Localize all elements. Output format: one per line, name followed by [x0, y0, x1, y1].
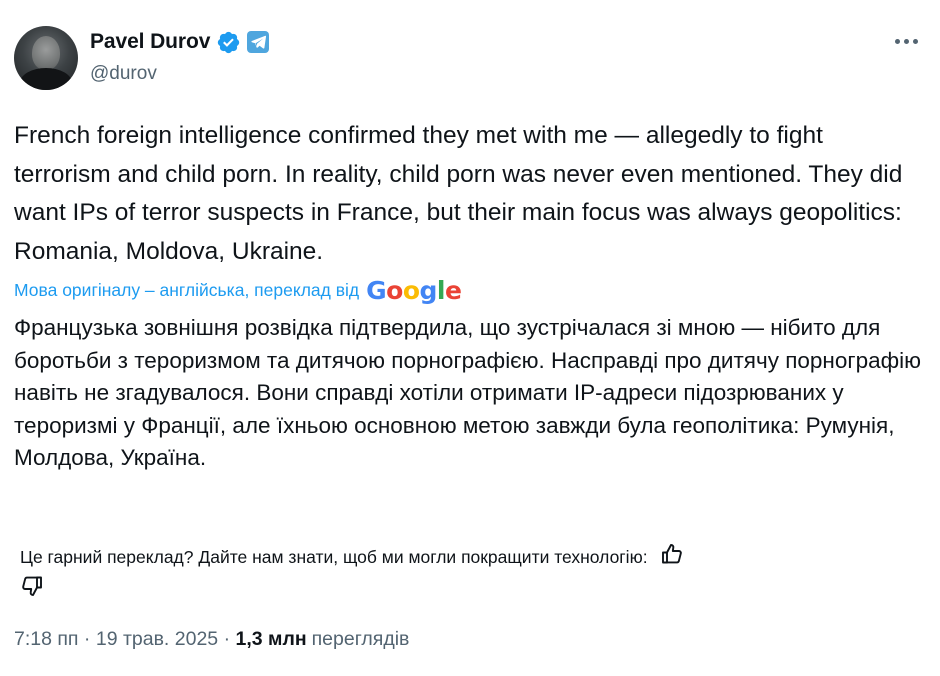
tweet-meta: 7:18 пп · 19 трав. 2025 · 1,3 млн перегля… — [14, 628, 410, 651]
views-label: переглядів — [311, 628, 410, 650]
thumbs-down-icon[interactable] — [20, 574, 44, 607]
more-options-icon[interactable] — [895, 34, 918, 48]
tweet-text: French foreign intelligence confirmed th… — [14, 122, 903, 265]
translation-source-note: Мова оригіналу – англійська, переклад ві… — [14, 275, 462, 305]
feedback-prompt: Це гарний переклад? Дайте нам знати, щоб… — [20, 547, 648, 568]
translated-text: Французька зовнішня розвідка підтвердила… — [14, 315, 921, 471]
google-logo: Google — [366, 275, 462, 305]
tweet-time[interactable]: 7:18 пп — [14, 628, 79, 651]
avatar[interactable] — [14, 26, 78, 90]
author-display-name[interactable]: Pavel Durov — [90, 30, 210, 54]
tweet-header: Pavel Durov @durov — [90, 27, 270, 85]
tweet-date[interactable]: 19 трав. 2025 — [96, 628, 218, 651]
author-handle[interactable]: @durov — [90, 63, 269, 85]
telegram-icon[interactable] — [247, 31, 270, 53]
translation-source-link[interactable]: Мова оригіналу – англійська, переклад ві… — [14, 280, 359, 301]
translation-feedback: Це гарний переклад? Дайте нам знати, щоб… — [20, 542, 920, 596]
views-count: 1,3 млн — [235, 628, 307, 650]
thumbs-up-icon[interactable] — [660, 542, 684, 575]
tweet-card: Pavel Durov @durov French foreign intell… — [0, 0, 940, 676]
verified-badge-icon[interactable] — [216, 30, 241, 55]
